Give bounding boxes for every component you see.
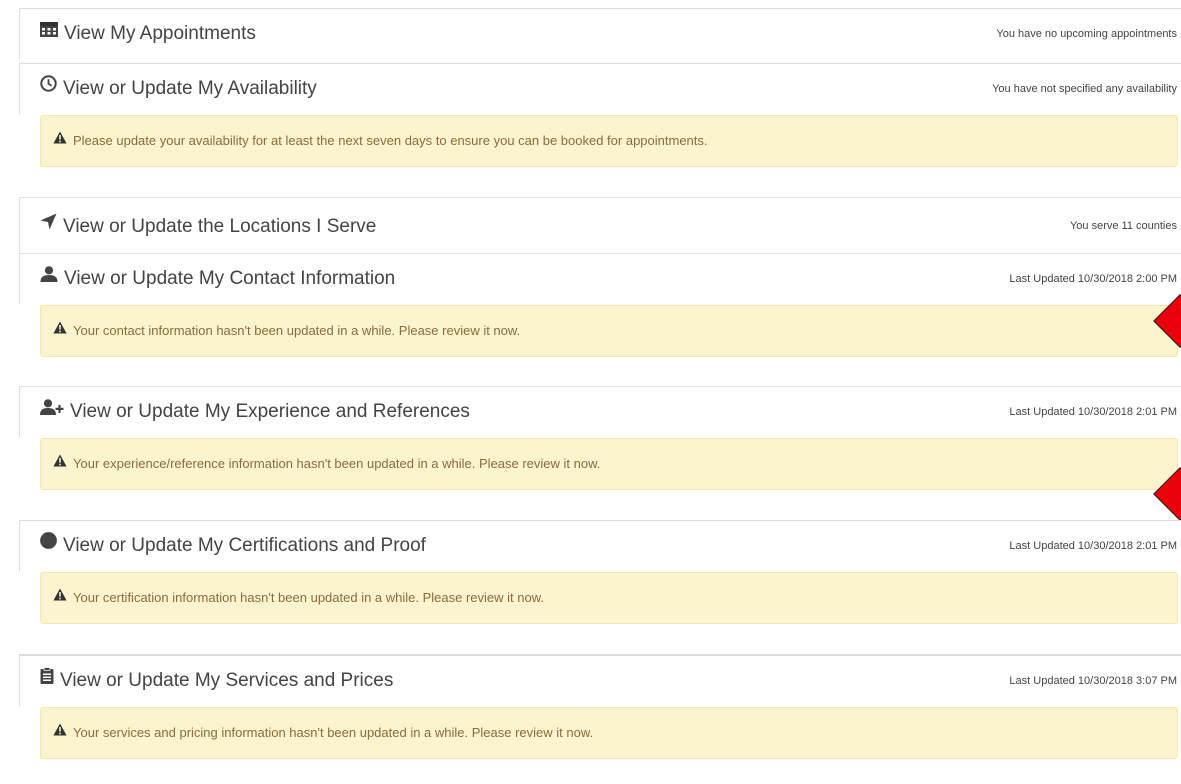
calendar-icon: [40, 7, 58, 57]
status-text: You have no upcoming appointments: [996, 28, 1177, 40]
services-prices-link[interactable]: View or Update My Services and Prices: [40, 656, 393, 706]
warning-alert: Your certification information hasn't be…: [40, 572, 1178, 624]
status-text: Last Updated 10/30/2018 2:00 PM: [1009, 273, 1177, 285]
section-title: View or Update My Services and Prices: [60, 670, 394, 692]
warning-icon: [53, 438, 67, 488]
section-services-prices: View or Update My Services and Prices La…: [19, 654, 1181, 759]
section-certifications-proof: View or Update My Certifications and Pro…: [19, 520, 1181, 624]
alert-text: Your experience/reference information ha…: [73, 456, 601, 471]
warning-icon: [53, 707, 67, 757]
section-availability: View or Update My Availability You have …: [19, 63, 1181, 167]
section-contact-information: View or Update My Contact Information La…: [19, 253, 1181, 357]
experience-references-link[interactable]: View or Update My Experience and Referen…: [40, 387, 470, 437]
user-plus-icon: [40, 385, 64, 435]
warning-alert: Your experience/reference information ha…: [40, 438, 1178, 490]
status-text: You have not specified any availability: [992, 83, 1177, 95]
section-title: View or Update My Experience and Referen…: [70, 401, 470, 423]
contact-information-link[interactable]: View or Update My Contact Information: [40, 254, 395, 304]
warning-alert: Your contact information hasn't been upd…: [40, 305, 1178, 357]
appointments-link[interactable]: View My Appointments: [40, 9, 256, 59]
section-appointments: View My Appointments You have no upcomin…: [19, 8, 1181, 59]
section-title: View or Update My Availability: [63, 78, 317, 100]
status-text: Last Updated 10/30/2018 2:01 PM: [1009, 540, 1177, 552]
warning-icon: [53, 572, 67, 622]
availability-link[interactable]: View or Update My Availability: [40, 64, 317, 114]
clock-icon: [40, 62, 57, 112]
warning-icon: [53, 115, 67, 165]
section-title: View or Update My Certifications and Pro…: [63, 535, 426, 557]
alert-text: Your services and pricing information ha…: [73, 725, 594, 740]
user-icon: [40, 252, 58, 302]
section-locations: View or Update the Locations I Serve You…: [19, 197, 1181, 254]
certificate-icon: [40, 519, 57, 569]
warning-icon: [53, 305, 67, 355]
status-text: You serve 11 counties: [1069, 220, 1177, 232]
certifications-proof-link[interactable]: View or Update My Certifications and Pro…: [40, 521, 426, 571]
section-title: View or Update My Contact Information: [64, 268, 396, 290]
section-title: View or Update the Locations I Serve: [63, 216, 377, 238]
warning-alert: Your services and pricing information ha…: [40, 707, 1178, 759]
alert-text: Your contact information hasn't been upd…: [73, 323, 521, 338]
status-text: Last Updated 10/30/2018 3:07 PM: [1009, 675, 1177, 687]
alert-text: Your certification information hasn't be…: [73, 590, 545, 605]
section-experience-references: View or Update My Experience and Referen…: [19, 386, 1181, 521]
warning-alert: Please update your availability for at l…: [40, 115, 1178, 167]
locations-link[interactable]: View or Update the Locations I Serve: [40, 198, 376, 256]
status-text: Last Updated 10/30/2018 2:01 PM: [1009, 406, 1177, 418]
section-title: View My Appointments: [64, 23, 256, 45]
clipboard-icon: [40, 654, 54, 704]
location-arrow-icon: [40, 196, 57, 254]
alert-text: Please update your availability for at l…: [73, 133, 708, 148]
